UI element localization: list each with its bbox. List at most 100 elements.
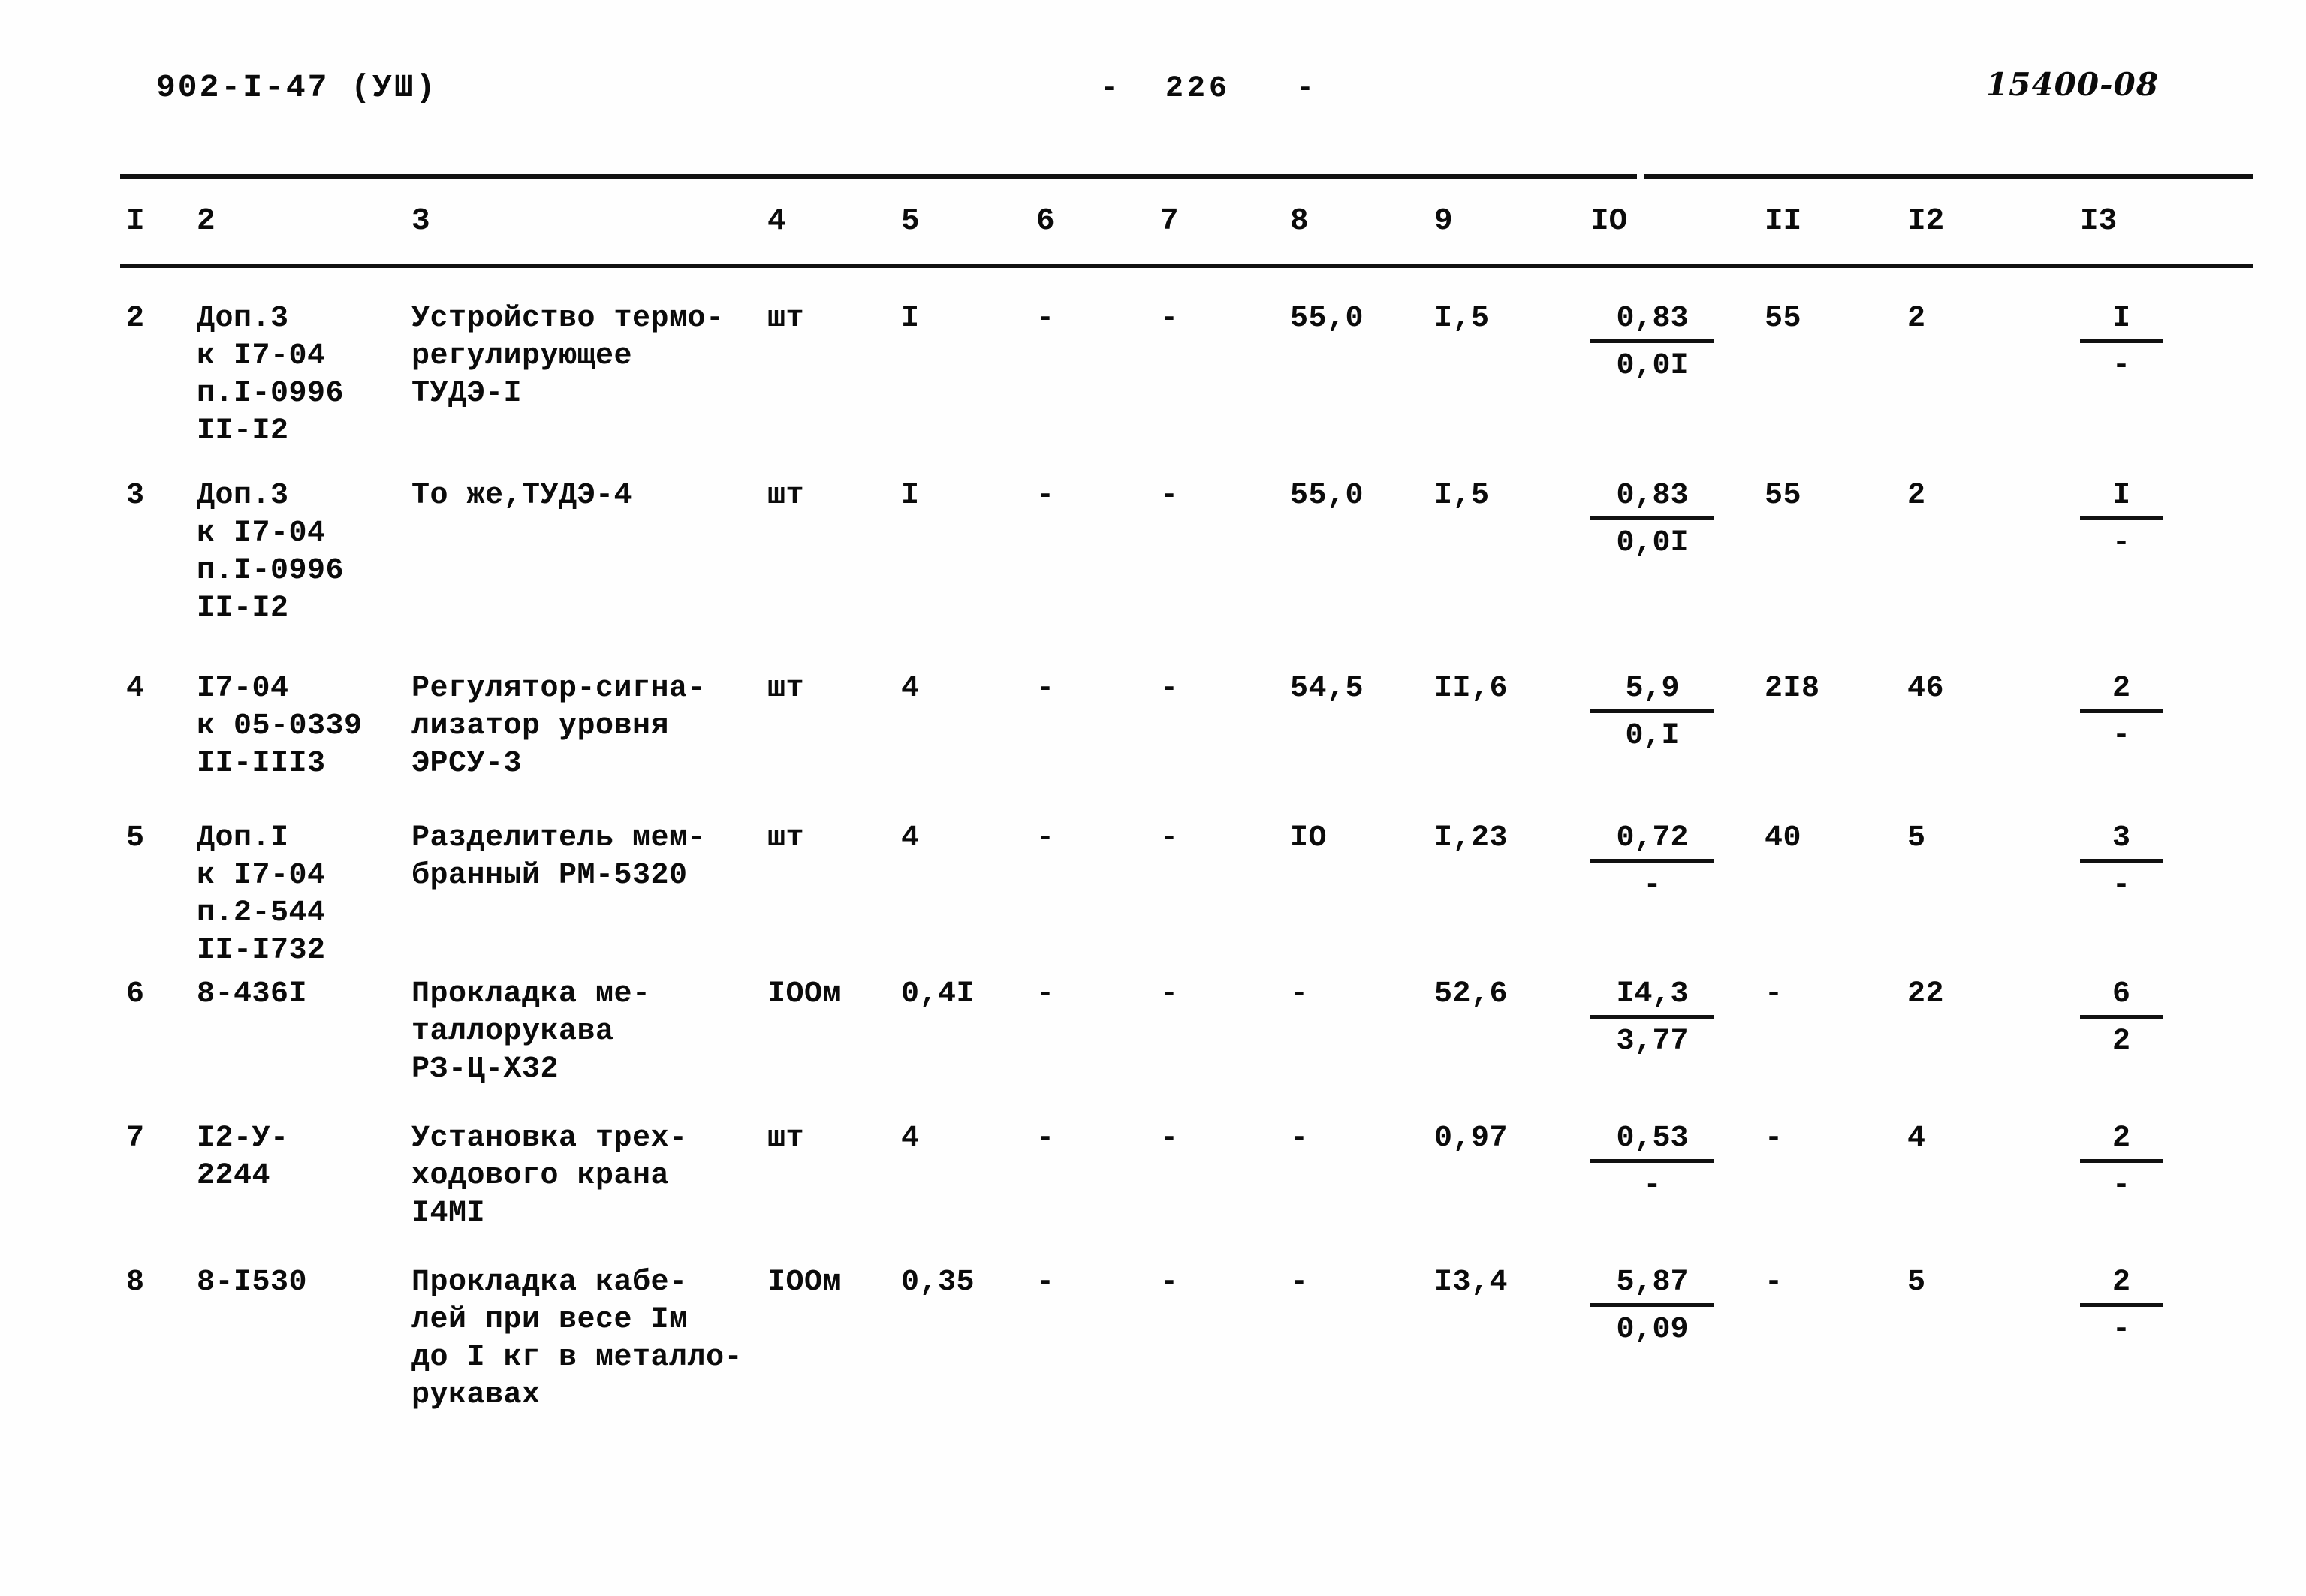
- cell-c5: 4: [901, 1122, 920, 1155]
- cell-c10-fraction: 0,53 -: [1590, 1120, 1714, 1205]
- fraction-denominator: 0,I: [1625, 719, 1680, 753]
- cell-c5: I: [901, 479, 920, 513]
- cell-c11: 2I8: [1765, 672, 1820, 706]
- cell-c10-fraction: 0,83 0,0I: [1590, 300, 1714, 385]
- cell-c4: шт: [767, 672, 805, 706]
- cell-c9: I,5: [1434, 479, 1490, 513]
- fraction-denominator: -: [2112, 349, 2130, 383]
- table-top-rule-left: [120, 174, 1637, 179]
- document-header: 902-I-47 (УШ) - 226 - 15400-08: [0, 66, 2306, 122]
- cell-c1: 4: [126, 672, 145, 706]
- cell-c11: 55: [1765, 302, 1802, 336]
- cell-c9: I,23: [1434, 821, 1509, 855]
- series-code: 902-I-47 (УШ): [156, 69, 438, 106]
- cell-c13-fraction: I-: [2080, 300, 2163, 385]
- cell-c6: -: [1036, 1266, 1055, 1299]
- cell-c2: Доп.3 к I7-04 п.I-0996 II-I2: [197, 479, 345, 625]
- table-top-rule-right: [1644, 174, 2253, 179]
- column-header-13: I3: [2080, 204, 2118, 239]
- fraction-denominator: 0,09: [1616, 1313, 1689, 1347]
- cell-c2: Доп.I к I7-04 п.2-544 II-I732: [197, 821, 326, 968]
- column-header-11: II: [1765, 204, 1802, 239]
- cell-c6: -: [1036, 1122, 1055, 1155]
- fraction-denominator: -: [1643, 1169, 1662, 1203]
- fraction-numerator: 0,83: [1590, 300, 1714, 343]
- cell-c4: IOOм: [767, 1266, 842, 1299]
- column-header-7: 7: [1160, 204, 1179, 239]
- fraction-numerator: 2: [2080, 1120, 2163, 1163]
- cell-c5: 4: [901, 672, 920, 706]
- column-header-1: I: [126, 204, 145, 239]
- cell-c10-fraction: 0,83 0,0I: [1590, 477, 1714, 562]
- cell-c4: шт: [767, 302, 805, 336]
- cell-c12: 2: [1907, 302, 1926, 336]
- cell-c1: 6: [126, 977, 145, 1011]
- cell-c3: Прокладка кабе- лей при весе Iм до I кг …: [411, 1266, 743, 1412]
- cell-c1: 5: [126, 821, 145, 855]
- cell-c10-fraction: I4,3 3,77: [1590, 976, 1714, 1061]
- cell-c8: IO: [1290, 821, 1328, 855]
- cell-c8: 55,0: [1290, 302, 1364, 336]
- cell-c5: 4: [901, 821, 920, 855]
- fraction-numerator: 0,53: [1590, 1120, 1714, 1163]
- fraction-denominator: -: [2112, 869, 2130, 902]
- cell-c6: -: [1036, 479, 1055, 513]
- cell-c6: -: [1036, 821, 1055, 855]
- cell-c13-fraction: 2-: [2080, 1120, 2163, 1205]
- fraction-numerator: 2: [2080, 1264, 2163, 1307]
- cell-c1: 7: [126, 1122, 145, 1155]
- column-header-3: 3: [411, 204, 430, 239]
- column-header-12: I2: [1907, 204, 1945, 239]
- cell-c7: -: [1160, 479, 1179, 513]
- cell-c9: 0,97: [1434, 1122, 1509, 1155]
- fraction-denominator: 0,0I: [1616, 526, 1689, 560]
- cell-c12: 2: [1907, 479, 1926, 513]
- archive-code: 15400-08: [1986, 66, 2159, 103]
- cell-c10-fraction: 5,9 0,I: [1590, 670, 1714, 755]
- cell-c1: 2: [126, 302, 145, 336]
- fraction-numerator: 2: [2080, 670, 2163, 713]
- cell-c2: 8-I530: [197, 1266, 308, 1299]
- cell-c7: -: [1160, 302, 1179, 336]
- cell-c11: -: [1765, 1266, 1783, 1299]
- cell-c2: I2-У- 2244: [197, 1122, 289, 1193]
- column-header-6: 6: [1036, 204, 1055, 239]
- fraction-numerator: I4,3: [1590, 976, 1714, 1019]
- fraction-numerator: I: [2080, 300, 2163, 343]
- cell-c11: 55: [1765, 479, 1802, 513]
- column-header-9: 9: [1434, 204, 1453, 239]
- fraction-numerator: 6: [2080, 976, 2163, 1019]
- cell-c11: 40: [1765, 821, 1802, 855]
- cell-c13-fraction: 2-: [2080, 1264, 2163, 1349]
- column-header-5: 5: [901, 204, 920, 239]
- cell-c12: 22: [1907, 977, 1945, 1011]
- cell-c4: шт: [767, 821, 805, 855]
- column-header-2: 2: [197, 204, 216, 239]
- cell-c7: -: [1160, 977, 1179, 1011]
- cell-c10-fraction: 0,72 -: [1590, 820, 1714, 905]
- cell-c8: -: [1290, 1266, 1309, 1299]
- cell-c6: -: [1036, 302, 1055, 336]
- column-header-8: 8: [1290, 204, 1309, 239]
- cell-c5: I: [901, 302, 920, 336]
- cell-c1: 3: [126, 479, 145, 513]
- cell-c13-fraction: 3-: [2080, 820, 2163, 905]
- cell-c7: -: [1160, 1122, 1179, 1155]
- fraction-numerator: 0,72: [1590, 820, 1714, 863]
- cell-c3: Разделитель мем- бранный РМ-5320: [411, 821, 707, 893]
- cell-c4: IOOм: [767, 977, 842, 1011]
- fraction-denominator: -: [1643, 869, 1662, 902]
- fraction-numerator: 5,9: [1590, 670, 1714, 713]
- fraction-denominator: -: [2112, 526, 2130, 560]
- fraction-numerator: I: [2080, 477, 2163, 520]
- fraction-numerator: 0,83: [1590, 477, 1714, 520]
- cell-c11: -: [1765, 1122, 1783, 1155]
- column-header-10: IO: [1590, 204, 1628, 239]
- fraction-numerator: 5,87: [1590, 1264, 1714, 1307]
- cell-c3: Регулятор-сигна- лизатор уровня ЭРСУ-3: [411, 672, 707, 781]
- cell-c13-fraction: 2-: [2080, 670, 2163, 755]
- cell-c13-fraction: 62: [2080, 976, 2163, 1061]
- cell-c12: 4: [1907, 1122, 1926, 1155]
- cell-c5: 0,4I: [901, 977, 975, 1011]
- cell-c7: -: [1160, 1266, 1179, 1299]
